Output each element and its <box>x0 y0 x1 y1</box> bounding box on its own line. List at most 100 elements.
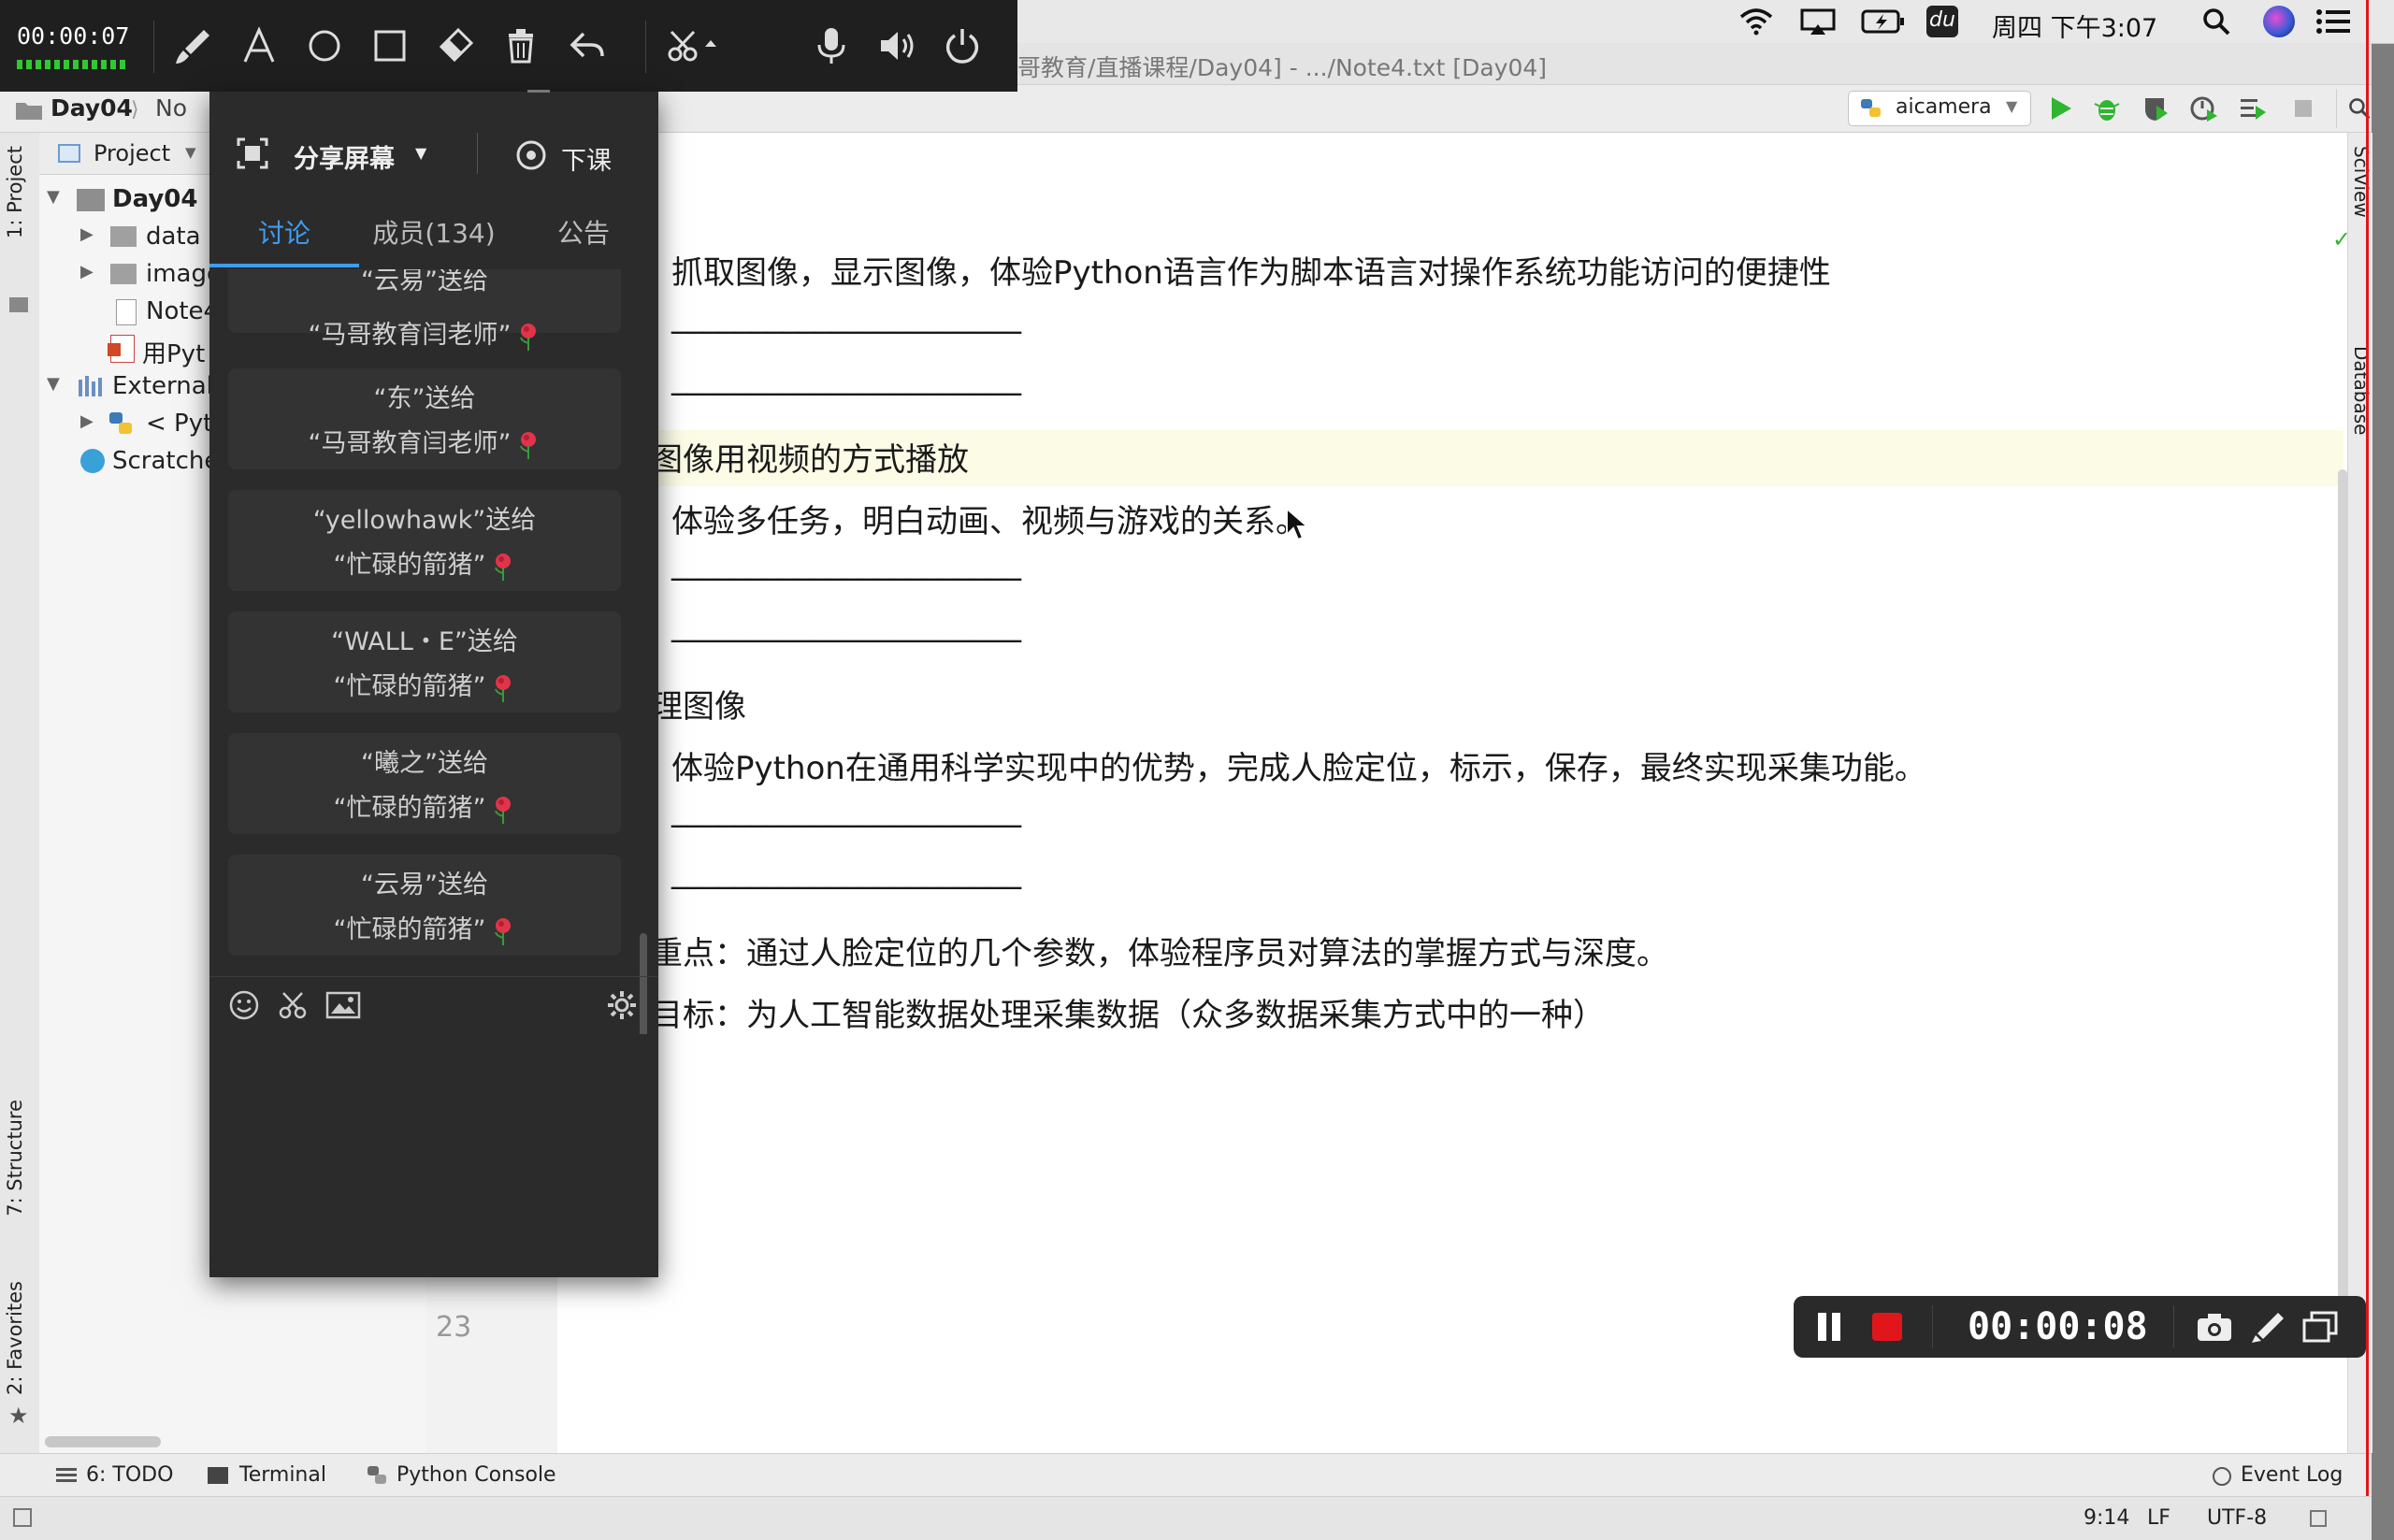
expand-arrow-icon[interactable]: ▶ <box>80 411 94 431</box>
editor-line[interactable]: 目标：为人工智能数据处理采集数据（众多数据采集方式中的一种） <box>651 989 1605 1042</box>
concurrency-diagram-icon[interactable] <box>2239 94 2267 122</box>
settings-gear-icon[interactable] <box>606 989 638 1021</box>
gift-from: “云易”送给 <box>361 871 488 900</box>
editor-line[interactable]: ______________________ <box>671 853 1021 905</box>
line-separator[interactable]: LF <box>2147 1506 2170 1530</box>
tab-members[interactable]: 成员(134) <box>359 213 509 262</box>
tab-sciview[interactable]: SciView <box>2350 146 2372 218</box>
du-app-icon[interactable]: du <box>1926 6 1958 37</box>
end-class-icon[interactable] <box>514 138 548 172</box>
pen-annotate-icon[interactable] <box>2250 1309 2287 1345</box>
profile-icon[interactable] <box>2190 94 2218 122</box>
wifi-icon[interactable] <box>1738 7 1775 36</box>
tab-discussion[interactable]: 讨论 <box>209 213 359 262</box>
tab-database[interactable]: Database <box>2350 346 2372 435</box>
stop-record-button[interactable] <box>1872 1313 1902 1341</box>
ellipse-tool-icon[interactable] <box>303 24 346 67</box>
chevron-down-icon[interactable]: ▼ <box>415 144 426 162</box>
tab-event-log[interactable]: Event Log <box>2241 1463 2343 1487</box>
tab-favorites[interactable]: 2: Favorites <box>4 1281 26 1395</box>
airplay-icon[interactable] <box>1799 7 1837 36</box>
tree-item-data[interactable]: data <box>146 223 201 251</box>
vertical-scrollbar[interactable] <box>2338 469 2347 1302</box>
caret-position[interactable]: 9:14 <box>2084 1506 2129 1530</box>
lock-icon[interactable] <box>2310 1510 2327 1527</box>
notification-center-icon[interactable] <box>2315 7 2351 36</box>
brush-icon[interactable] <box>172 24 215 67</box>
share-screen-button[interactable]: 分享屏幕 <box>294 138 395 175</box>
tool-window-toggle-icon[interactable] <box>13 1508 32 1527</box>
gift-message: “曦之”送给 “忙碌的箭猪” <box>228 733 621 834</box>
tab-todo[interactable]: 6: TODO <box>86 1463 173 1487</box>
editor-line[interactable]: 体验Python在通用科学实现中的优势，完成人脸定位，标示，保存，最终实现采集功… <box>671 742 1926 795</box>
project-view-select[interactable]: Project <box>94 140 170 166</box>
expand-arrow-icon[interactable]: ▶ <box>80 262 94 281</box>
emoji-icon[interactable] <box>228 989 260 1021</box>
horizontal-scrollbar[interactable] <box>45 1436 161 1447</box>
rectangle-tool-icon[interactable] <box>368 24 411 67</box>
text-tool-icon[interactable] <box>238 24 281 67</box>
minimize-icon[interactable] <box>527 90 550 93</box>
run-icon[interactable] <box>2046 94 2074 122</box>
battery-icon[interactable] <box>1861 8 1906 35</box>
editor-line[interactable]: ______________________ <box>671 544 1021 597</box>
tab-project[interactable]: 1: Project <box>4 146 26 238</box>
folder-icon <box>77 189 105 211</box>
tree-item-scratches[interactable]: Scratche <box>112 447 219 475</box>
screenshot-scissors-icon[interactable] <box>277 989 309 1021</box>
camera-icon[interactable] <box>2196 1311 2233 1343</box>
trash-icon[interactable] <box>499 24 542 67</box>
siri-icon[interactable] <box>2263 6 2295 37</box>
editor-line[interactable]: 重点：通过人脸定位的几个参数，体验程序员对算法的掌握方式与深度。 <box>651 928 1668 980</box>
record-timer: 00:00:08 <box>1968 1305 2148 1348</box>
breadcrumb-project[interactable]: Day04 <box>50 94 133 122</box>
terminal-icon <box>208 1467 228 1484</box>
debug-icon[interactable] <box>2093 94 2121 122</box>
chevron-down-icon: ▼ <box>185 144 196 161</box>
spotlight-search-icon[interactable] <box>2201 7 2231 36</box>
chat-input-area[interactable] <box>209 1034 658 1277</box>
tree-item-external-libraries[interactable]: External <box>112 372 213 400</box>
editor-area[interactable]: 抓取图像，显示图像，体验Python语言作为脚本语言对操作系统功能访问的便捷性 … <box>557 133 2372 1453</box>
editor-line[interactable]: 体验多任务，明白动画、视频与游戏的关系。 <box>671 496 1307 548</box>
expand-arrow-icon[interactable]: ▶ <box>80 224 94 244</box>
editor-line[interactable]: ______________________ <box>671 359 1021 411</box>
breadcrumb-file[interactable]: No <box>155 94 187 122</box>
editor-line[interactable]: ______________________ <box>671 791 1021 843</box>
speaker-icon[interactable] <box>875 24 918 67</box>
power-icon[interactable] <box>941 24 984 67</box>
editor-line[interactable]: ______________________ <box>671 606 1021 658</box>
expand-arrow-icon[interactable]: ▼ <box>47 374 60 394</box>
editor-line[interactable]: ______________________ <box>671 297 1021 350</box>
message-list[interactable]: “云易”送给 “马哥教育闫老师” “东”送给 “马哥教育闫老师” “yellow… <box>209 269 658 1058</box>
expand-arrow-icon[interactable]: ▼ <box>47 187 60 207</box>
rose-icon <box>516 431 541 459</box>
editor-line[interactable]: 抓取图像，显示图像，体验Python语言作为脚本语言对操作系统功能访问的便捷性 <box>671 247 1831 299</box>
tab-python-console[interactable]: Python Console <box>397 1463 556 1487</box>
microphone-icon[interactable] <box>810 24 853 67</box>
file-encoding[interactable]: UTF-8 <box>2207 1506 2267 1530</box>
tab-announcement[interactable]: 公告 <box>509 213 658 262</box>
tree-item-ppt[interactable]: 用Pyt <box>142 335 205 369</box>
pause-icon-bar <box>1832 1313 1840 1341</box>
tree-item-project-root[interactable]: Day04 <box>112 185 197 213</box>
menubar-clock[interactable]: 周四 下午3:07 <box>1992 7 2157 43</box>
tab-structure[interactable]: 7: Structure <box>4 1100 26 1216</box>
run-configuration-select[interactable]: aicamera ▼ <box>1848 91 2031 126</box>
image-icon[interactable] <box>325 991 361 1019</box>
window-mode-icon[interactable] <box>2302 1311 2338 1343</box>
end-class-button[interactable]: 下课 <box>561 140 612 177</box>
run-with-coverage-icon[interactable] <box>2142 94 2170 122</box>
undo-icon[interactable] <box>565 24 608 67</box>
tab-terminal[interactable]: Terminal <box>239 1463 326 1487</box>
pause-icon[interactable] <box>1818 1313 1826 1341</box>
gift-from: “WALL・E”送给 <box>331 627 518 656</box>
eraser-icon[interactable] <box>434 24 477 67</box>
share-screen-icon[interactable] <box>236 137 269 170</box>
tree-item-note4[interactable]: Note4 <box>146 297 219 325</box>
tree-item-python-sdk[interactable]: < Pytl <box>146 410 220 438</box>
stop-icon[interactable] <box>2289 94 2317 122</box>
scissors-icon[interactable] <box>664 24 720 67</box>
editor-line[interactable]: 理图像 <box>651 681 746 733</box>
editor-line[interactable]: 图像用视频的方式播放 <box>651 434 969 486</box>
